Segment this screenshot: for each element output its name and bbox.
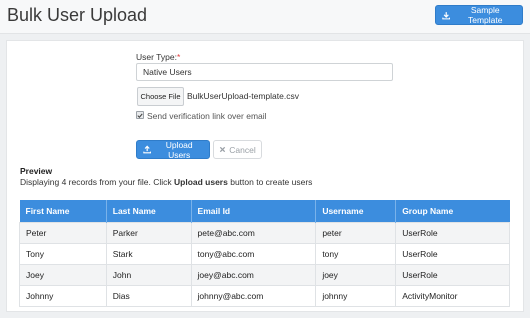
send-verification-label: Send verification link over email bbox=[147, 111, 267, 121]
table-cell: Dias bbox=[105, 284, 192, 307]
table-cell: Parker bbox=[105, 221, 192, 244]
preview-desc-bold: Upload users bbox=[174, 177, 228, 187]
table-cell: tony bbox=[315, 242, 397, 265]
page-header: Bulk User Upload Sample Template bbox=[0, 0, 530, 34]
table-cell: Peter bbox=[19, 221, 107, 244]
sample-template-button[interactable]: Sample Template bbox=[435, 5, 523, 25]
page-title: Bulk User Upload bbox=[7, 5, 148, 25]
user-type-label: User Type:* bbox=[136, 52, 180, 62]
send-verification-checkbox[interactable] bbox=[136, 111, 144, 119]
preview-title: Preview bbox=[20, 166, 53, 176]
download-icon bbox=[442, 11, 451, 19]
upload-icon bbox=[143, 145, 152, 154]
table-cell: Joey bbox=[19, 263, 107, 286]
table-cell: UserRole bbox=[395, 242, 510, 265]
cancel-label: Cancel bbox=[229, 144, 256, 155]
table-row: Johnny Dias johnny@abc.com johnny Activi… bbox=[19, 284, 510, 307]
table-cell: tony@abc.com bbox=[190, 242, 317, 265]
table-cell: johnny@abc.com bbox=[190, 284, 317, 307]
column-header: Email Id bbox=[191, 200, 317, 222]
sample-template-label: Sample Template bbox=[467, 5, 503, 25]
table-cell: joey bbox=[315, 263, 397, 286]
table-row: Joey John joey@abc.com joey UserRole bbox=[19, 263, 510, 286]
column-header: Username bbox=[315, 200, 397, 222]
column-header: First Name bbox=[19, 200, 107, 222]
file-name: BulkUserUpload-template.csv bbox=[187, 91, 299, 101]
preview-description: Displaying 4 records from your file. Cli… bbox=[20, 177, 312, 187]
preview-desc-suffix: button to create users bbox=[227, 177, 313, 187]
choose-file-button[interactable]: Choose File bbox=[137, 87, 184, 106]
cancel-button[interactable]: Cancel bbox=[213, 140, 262, 159]
table-cell: johnny bbox=[315, 284, 397, 307]
checkmark-icon bbox=[137, 113, 143, 118]
close-icon bbox=[220, 146, 226, 153]
table-cell: ActivityMonitor bbox=[395, 284, 510, 307]
table-cell: Stark bbox=[105, 242, 192, 265]
table-row: Tony Stark tony@abc.com tony UserRole bbox=[19, 242, 510, 265]
required-marker: * bbox=[176, 52, 181, 62]
preview-desc-prefix: Displaying 4 records from your file. Cli… bbox=[20, 177, 174, 187]
column-header: Last Name bbox=[106, 200, 192, 222]
table-header-row: First Name Last Name Email Id Username G… bbox=[19, 200, 510, 222]
upload-users-label: Upload Users bbox=[165, 139, 193, 160]
user-type-input[interactable]: Native Users bbox=[136, 63, 393, 81]
user-type-label-text: User Type: bbox=[136, 52, 177, 62]
column-header: Group Name bbox=[395, 200, 510, 222]
table-row: Peter Parker pete@abc.com peter UserRole bbox=[19, 221, 510, 244]
table-cell: UserRole bbox=[395, 221, 510, 244]
table-cell: pete@abc.com bbox=[190, 221, 317, 244]
table-cell: UserRole bbox=[395, 263, 510, 286]
preview-table: First Name Last Name Email Id Username G… bbox=[19, 200, 510, 307]
table-cell: John bbox=[105, 263, 192, 286]
upload-users-button[interactable]: Upload Users bbox=[136, 139, 210, 160]
table-cell: joey@abc.com bbox=[190, 263, 317, 286]
table-cell: Johnny bbox=[19, 284, 107, 307]
table-cell: Tony bbox=[19, 242, 107, 265]
table-cell: peter bbox=[315, 221, 397, 244]
